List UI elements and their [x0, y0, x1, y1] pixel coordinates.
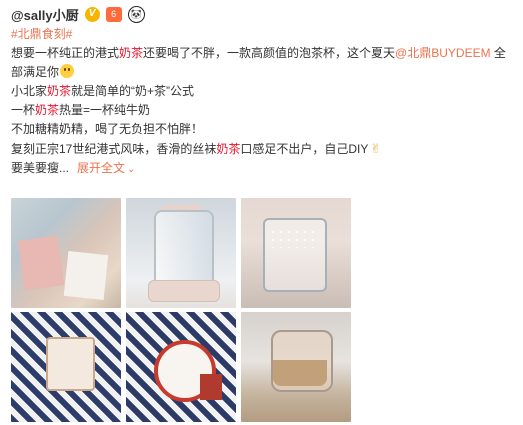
- weibo-post: @sally小厨 V 6 🐼 #北鼎食刻# 想要一杯纯正的港式奶茶还要喝了不胖，…: [11, 3, 516, 179]
- glass-kettle-photo[interactable]: [126, 198, 236, 308]
- smile-emoji-icon: [60, 64, 75, 78]
- tea-infuser-photo[interactable]: [11, 312, 121, 422]
- victory-hand-icon: ✌: [370, 141, 382, 156]
- panda-badge-icon[interactable]: 🐼: [127, 5, 145, 23]
- keyword-highlight[interactable]: 奶茶: [119, 46, 143, 60]
- tea-decor: [273, 360, 327, 386]
- expand-label: 展开全文: [77, 161, 126, 175]
- keyword-highlight[interactable]: 奶茶: [47, 84, 71, 98]
- photo-grid: [11, 198, 351, 422]
- tea-box-decor: [17, 235, 65, 291]
- keyword-highlight[interactable]: 奶茶: [35, 103, 59, 117]
- mention-link[interactable]: @北鼎BUYDEEM: [395, 46, 491, 60]
- tea-card-decor: [63, 251, 109, 300]
- chevron-down-icon: ⌄: [127, 164, 136, 175]
- post-header: @sally小厨 V 6 🐼: [11, 3, 516, 25]
- topic-link[interactable]: #北鼎食刻#: [11, 27, 72, 41]
- expand-full-text-link[interactable]: 展开全文 ⌄: [77, 161, 135, 175]
- ellipsis: ...: [59, 161, 70, 175]
- kettle-decor: [154, 210, 214, 284]
- text-segment: 想要一杯纯正的港式: [11, 46, 120, 60]
- text-segment: 一杯: [11, 103, 36, 117]
- milk-tea-pot-photo[interactable]: [241, 312, 351, 422]
- text-segment: 小北家: [11, 84, 48, 98]
- username-link[interactable]: @sally小厨: [11, 5, 79, 24]
- text-segment: 就是简单的“奶+茶”公式: [71, 84, 195, 98]
- post-text-line-5: 不加糖精奶精，喝了无负担不怕胖！: [11, 120, 516, 139]
- post-text-line-7: 要美要瘦... 展开全文 ⌄: [11, 159, 516, 179]
- post-text-line-topic: #北鼎食刻#: [11, 25, 516, 44]
- text-segment: 还要喝了不胖，一款高颜值的泡茶杯，这个夏天: [143, 46, 396, 60]
- verified-badge-icon[interactable]: V: [84, 6, 100, 22]
- text-segment: 口感足不出户，自己DIY: [240, 142, 369, 156]
- post-text-line-4: 一杯奶茶热量=一杯纯牛奶: [11, 101, 516, 120]
- kettle-base-decor: [148, 280, 220, 302]
- text-segment: 不加糖精奶精，喝了无负担不怕胖！: [11, 122, 204, 136]
- bubbles-decor: [269, 228, 319, 248]
- post-text-line-6: 复刻正宗17世纪港式风味，香滑的丝袜奶茶口感足不出户，自己DIY ✌: [11, 139, 516, 159]
- text-segment: 全: [490, 46, 506, 60]
- tea-tag-decor: [200, 374, 222, 400]
- post-text-line-1: 想要一杯纯正的港式奶茶还要喝了不胖，一款高颜值的泡茶杯，这个夏天@北鼎BUYDE…: [11, 44, 516, 63]
- kettle-lid-photo[interactable]: [241, 198, 351, 308]
- post-text-line-2: 部满足你: [11, 63, 516, 82]
- text-segment: 要美要瘦: [11, 161, 60, 175]
- text-segment: 部满足你: [11, 65, 60, 79]
- text-segment: 热量=一杯纯牛奶: [59, 103, 151, 117]
- tea-packages-photo[interactable]: [11, 198, 121, 308]
- keyword-highlight[interactable]: 奶茶: [216, 142, 240, 156]
- text-segment: 复刻正宗17世纪港式风味，香滑的丝袜: [11, 142, 217, 156]
- level-badge-icon[interactable]: 6: [105, 6, 122, 22]
- cup-decor: [46, 337, 95, 391]
- timer-and-cup-photo[interactable]: [126, 312, 236, 422]
- post-text-line-3: 小北家奶茶就是简单的“奶+茶”公式: [11, 82, 516, 101]
